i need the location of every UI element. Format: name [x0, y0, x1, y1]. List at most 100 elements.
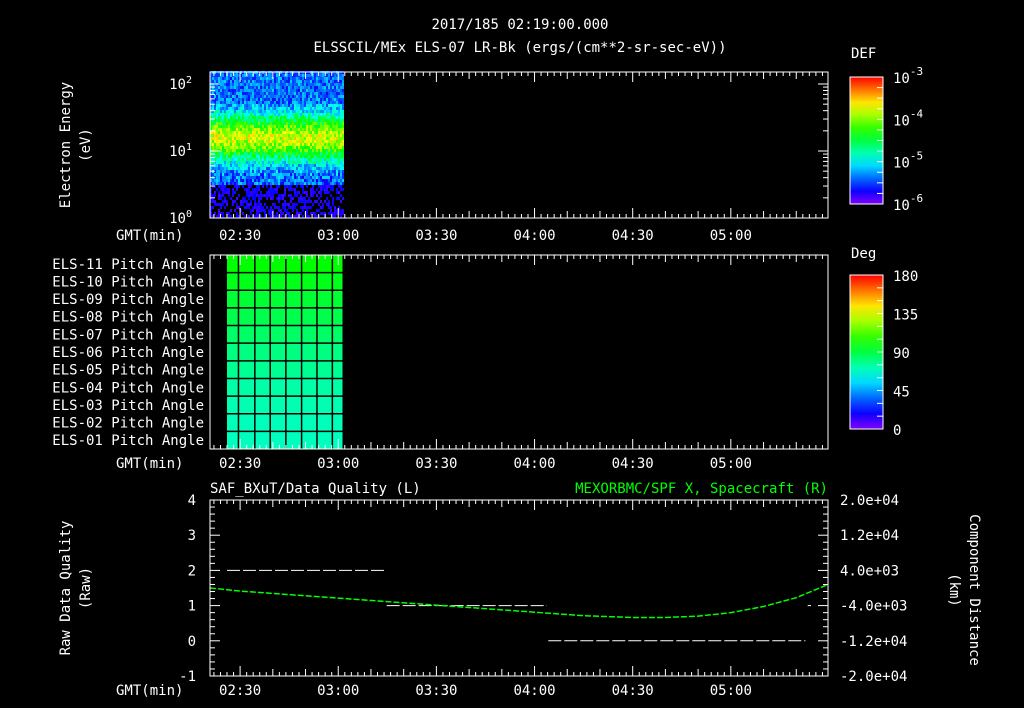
spectrogram-cell — [300, 122, 302, 125]
spectrogram-cell — [340, 194, 342, 197]
spectrogram-cell — [278, 143, 280, 146]
spectrogram-cell — [298, 125, 300, 128]
spectrogram-cell — [326, 95, 328, 98]
spectrogram-cell — [330, 77, 332, 80]
spectrogram-cell — [286, 89, 288, 92]
spectrogram-cell — [232, 125, 234, 128]
spectrogram-cell — [264, 92, 266, 95]
spectrogram-cell — [290, 125, 292, 128]
spectrogram-cell — [322, 74, 324, 77]
spectrogram-cell — [212, 131, 214, 134]
spectrogram-cell — [250, 113, 252, 116]
spectrogram-cell — [336, 143, 338, 146]
spectrogram-cell — [238, 104, 240, 107]
spectrogram-cell — [334, 164, 336, 167]
spectrogram-cell — [324, 116, 326, 119]
spectrogram-cell — [212, 101, 214, 104]
spectrogram-cell — [320, 206, 322, 209]
spectrogram-cell — [230, 167, 232, 170]
spectrogram-cell — [326, 86, 328, 89]
spectrogram-cell — [258, 155, 260, 158]
spectrogram-cell — [302, 119, 304, 122]
spectrogram-cell — [252, 140, 254, 143]
spectrogram-cell — [256, 203, 258, 206]
spectrogram-cell — [236, 104, 238, 107]
spectrogram-cell — [326, 119, 328, 122]
spectrogram-cell — [286, 80, 288, 83]
spectrogram-cell — [274, 77, 276, 80]
spectrogram-cell — [302, 104, 304, 107]
spectrogram-cell — [326, 134, 328, 137]
spectrogram-cell — [260, 113, 262, 116]
spectrogram-cell — [320, 212, 322, 215]
spectrogram-cell — [256, 89, 258, 92]
spectrogram-cell — [318, 182, 320, 185]
spectrogram-cell — [332, 173, 334, 176]
spectrogram-cell — [246, 200, 248, 203]
spectrogram-cell — [266, 86, 268, 89]
spectrogram-cell — [252, 86, 254, 89]
spectrogram-cell — [234, 122, 236, 125]
spectrogram-cell — [280, 113, 282, 116]
spectrogram-cell — [340, 173, 342, 176]
spectrogram-cell — [304, 149, 306, 152]
spectrogram-cell — [264, 86, 266, 89]
spectrogram-cell — [302, 176, 304, 179]
spectrogram-cell — [330, 110, 332, 113]
spectrogram-cell — [274, 149, 276, 152]
spectrogram-cell — [294, 176, 296, 179]
spectrogram-cell — [222, 173, 224, 176]
spectrogram-cell — [340, 104, 342, 107]
spectrogram-cell — [240, 161, 242, 164]
spectrogram-cell — [336, 140, 338, 143]
spectrogram-cell — [224, 191, 226, 194]
spectrogram-cell — [260, 140, 262, 143]
spectrogram-cell — [266, 167, 268, 170]
spectrogram-cell — [284, 77, 286, 80]
spectrogram-cell — [300, 155, 302, 158]
spectrogram-cell — [248, 203, 250, 206]
spectrogram-cell — [336, 116, 338, 119]
spectrogram-cell — [278, 107, 280, 110]
spectrogram-cell — [236, 170, 238, 173]
spectrogram-cell — [298, 122, 300, 125]
spectrogram-cell — [254, 86, 256, 89]
spectrogram-cell — [224, 173, 226, 176]
spectrogram-cell — [274, 86, 276, 89]
spectrogram-cell — [328, 203, 330, 206]
spectrogram-cell — [218, 203, 220, 206]
spectrogram-cell — [218, 107, 220, 110]
spectrogram-cell — [314, 200, 316, 203]
spectrogram-cell — [338, 179, 340, 182]
spectrogram-cell — [318, 134, 320, 137]
spectrogram-cell — [288, 194, 290, 197]
spectrogram-cell — [254, 200, 256, 203]
spectrogram-cell — [292, 122, 294, 125]
spectrogram-cell — [294, 110, 296, 113]
spectrogram-cell — [304, 98, 306, 101]
spectrogram-cell — [296, 134, 298, 137]
spectrogram-cell — [252, 128, 254, 131]
spectrogram-cell — [236, 128, 238, 131]
spectrogram-cell — [246, 77, 248, 80]
spectrogram-cell — [296, 101, 298, 104]
spectrogram-cell — [316, 134, 318, 137]
spectrogram-cell — [310, 122, 312, 125]
spectrogram-cell — [250, 203, 252, 206]
spectrogram-cell — [250, 80, 252, 83]
spectrogram-cell — [290, 164, 292, 167]
spectrogram-cell — [284, 167, 286, 170]
spectrogram-cell — [274, 167, 276, 170]
spectrogram-cell — [290, 188, 292, 191]
spectrogram-cell — [250, 77, 252, 80]
spectrogram-cell — [278, 113, 280, 116]
spectrogram-cell — [338, 137, 340, 140]
spectrogram-cell — [272, 104, 274, 107]
spectrogram-cell — [262, 89, 264, 92]
spectrogram-cell — [274, 131, 276, 134]
spectrogram-cell — [282, 164, 284, 167]
spectrogram-cell — [278, 104, 280, 107]
spectrogram-cell — [262, 80, 264, 83]
spectrogram-cell — [290, 110, 292, 113]
spectrogram-cell — [302, 164, 304, 167]
